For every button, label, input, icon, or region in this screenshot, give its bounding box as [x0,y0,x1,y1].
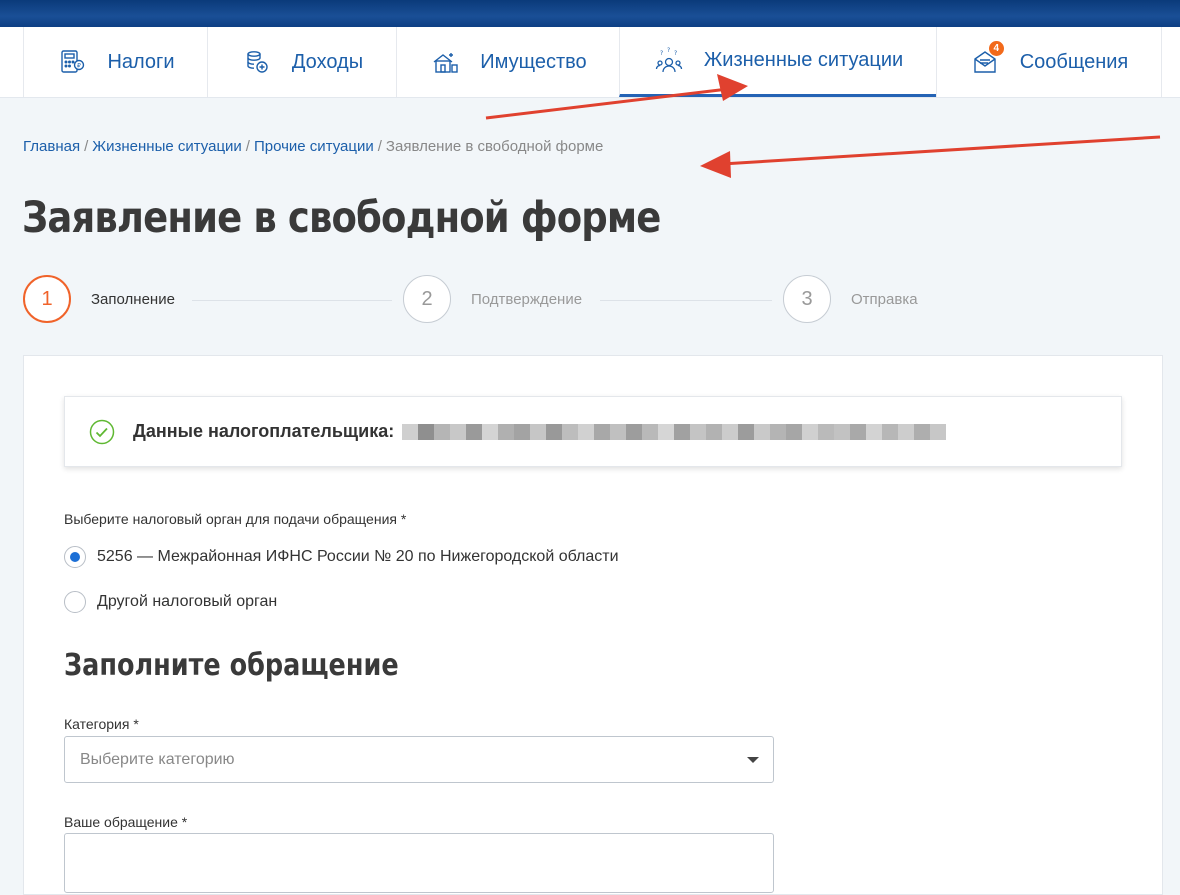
breadcrumb-life-situations[interactable]: Жизненные ситуации [92,138,242,155]
svg-text:?: ? [674,50,677,57]
check-circle-icon [89,419,115,444]
nav-item-income[interactable]: Доходы [207,27,397,97]
step-connector [192,300,392,301]
category-label: Категория * [64,716,139,732]
top-banner [0,0,1180,27]
calculator-icon: ₽ [57,47,87,77]
radio-button-selected[interactable] [64,546,86,568]
nav-item-taxes[interactable]: ₽ Налоги [23,27,208,97]
nav-label: Имущество [480,50,587,73]
step-send: 3 Отправка [783,275,918,323]
category-placeholder: Выберите категорию [80,750,235,768]
main-nav: ₽ Налоги Доходы Имущество ? ? ? Жизненны… [0,27,1180,98]
breadcrumb-home[interactable]: Главная [23,138,80,155]
nav-label: Налоги [107,50,175,73]
tax-office-label: Выберите налоговый орган для подачи обра… [64,511,407,527]
step-number: 1 [23,275,71,323]
tax-office-option-5256[interactable]: 5256 — Межрайонная ИФНС России № 20 по Н… [64,546,619,568]
step-label: Отправка [851,290,918,308]
caret-down-icon [747,756,759,763]
radio-button[interactable] [64,591,86,613]
coins-icon [242,47,272,77]
radio-option-label: 5256 — Межрайонная ИФНС России № 20 по Н… [97,548,619,565]
step-number: 2 [403,275,451,323]
people-icon: ? ? ? [654,46,684,76]
breadcrumb: Главная / Жизненные ситуации / Прочие ситуац… [23,138,603,155]
step-label: Подтверждение [471,290,583,308]
nav-label: Жизненные ситуации [703,49,904,71]
envelope-icon: 4 [970,41,1004,77]
redacted-taxpayer-name [402,423,947,440]
breadcrumb-separator: / [377,138,382,155]
message-label: Ваше обращение * [64,814,188,830]
step-label: Заполнение [91,290,175,308]
nav-label: Доходы [291,50,364,73]
step-connector [600,300,772,301]
svg-text:?: ? [667,47,670,54]
step-confirm: 2 Подтверждение [403,275,582,323]
svg-text:?: ? [660,50,663,57]
breadcrumb-current: Заявление в свободной форме [385,138,604,155]
nav-label: Сообщения [1019,50,1129,73]
step-fill: 1 Заполнение [23,275,175,323]
nav-item-life-situations[interactable]: ? ? ? Жизненные ситуации [619,27,937,97]
nav-item-messages[interactable]: 4 Сообщения [936,27,1162,97]
appeal-section-title: Заполните обращение [64,648,399,683]
category-select[interactable]: Выберите категорию [64,736,774,783]
taxpayer-info-panel: Данные налогоплательщика: [64,396,1122,467]
message-textarea[interactable] [64,833,774,893]
page-title: Заявление в свободной форме [22,193,661,243]
step-number: 3 [783,275,831,323]
breadcrumb-other-situations[interactable]: Прочие ситуации [254,138,374,155]
property-icon [430,47,460,77]
messages-count-badge: 4 [988,41,1004,56]
taxpayer-label: Данные налогоплательщика: [133,421,395,441]
svg-text:₽: ₽ [77,63,81,70]
nav-item-property[interactable]: Имущество [396,27,620,97]
breadcrumb-separator: / [84,138,89,155]
breadcrumb-separator: / [245,138,250,155]
radio-option-label: Другой налоговый орган [97,593,278,610]
annotation-arrow-to-breadcrumb [700,135,1161,178]
tax-office-option-other[interactable]: Другой налоговый орган [64,591,277,613]
